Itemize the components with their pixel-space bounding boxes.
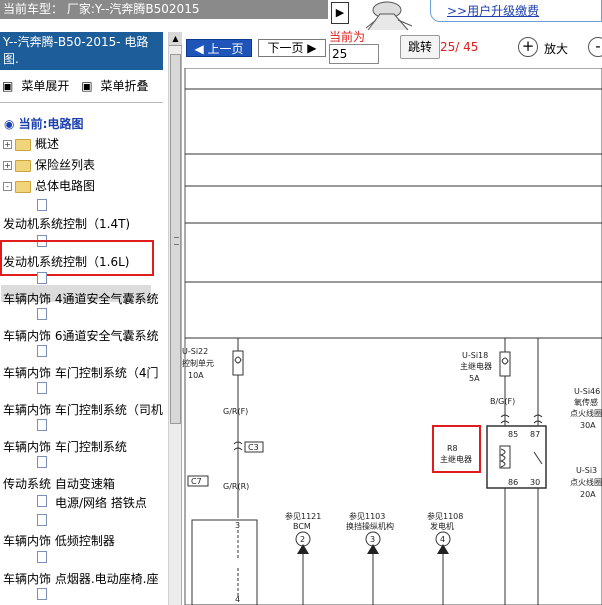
relay-pin-30: 30 — [530, 478, 540, 487]
r8-highlight-box — [432, 425, 481, 473]
page-count: 25/ 45 — [440, 40, 479, 54]
page-number-input[interactable] — [329, 44, 379, 64]
zoom-in-icon[interactable]: + — [518, 37, 538, 57]
fuse-usi18-label: U-Si18 — [462, 351, 488, 360]
ref-1121: 参见1121 — [285, 511, 321, 521]
relay-pin-86: 86 — [508, 478, 518, 487]
menu-expand-icon[interactable]: ▣ — [2, 79, 13, 93]
menu-collapse-button[interactable]: 菜单折叠 — [101, 79, 149, 93]
document-icon — [37, 199, 47, 211]
ref-generator: 发电机 — [430, 521, 454, 531]
divider — [0, 102, 163, 103]
next-page-button[interactable]: 下一页 ▶ — [258, 39, 326, 57]
current-car-label: 当前车型： 厂家:Y--汽奔腾B502015 — [0, 0, 328, 19]
fuse-usi18-desc: 主继电器 — [460, 361, 492, 371]
fuse-usi46-label: U-Si46 — [574, 387, 600, 396]
tree-item-door[interactable]: 车辆内饰 车门控制系统 — [3, 438, 127, 455]
folder-icon — [15, 138, 31, 151]
tree-folder-overview[interactable]: + 概述 — [3, 136, 59, 152]
wire-gr-f: G/R(F) — [223, 407, 248, 416]
fuse-usi22-label: U-Si22 — [182, 347, 208, 356]
fuse-usi46-desc2: 点火线圈 — [570, 408, 602, 418]
scroll-up-icon[interactable]: ▲ — [169, 32, 182, 46]
scroll-grip-icon — [174, 237, 179, 245]
menu-expand-button[interactable]: 菜单展开 — [21, 79, 69, 93]
wire-gr-r: G/R(R) — [223, 482, 249, 491]
pin-4: 4 — [235, 595, 240, 604]
zoom-out-icon[interactable]: - — [588, 37, 602, 57]
tree-item-ground-points[interactable]: 电源/网络 搭铁点 — [55, 494, 147, 511]
zoom-in-button[interactable]: 放大 — [544, 40, 568, 57]
document-icon — [37, 308, 47, 320]
top-bar: 当前车型： 厂家:Y--汽奔腾B502015 ▶ >>用户升级缴费 — [0, 0, 602, 32]
sidebar: Y--汽奔腾-B50-2015- 电路图. ▣ 菜单展开 ▣ 菜单折叠 ◉ 当前:电… — [0, 32, 168, 605]
document-icon — [37, 419, 47, 431]
document-icon — [37, 495, 47, 507]
connector-c3: C3 — [248, 443, 259, 452]
wire-bg-f: B/G(F) — [490, 397, 515, 406]
expand-plus-icon[interactable]: + — [3, 140, 12, 149]
diagram-toolbar: ◀ 上一页 下一页 ▶ 当前为 跳转 25/ 45 + 放大 - — [182, 30, 602, 68]
sidebar-scrollbar[interactable]: ▲ — [168, 32, 182, 605]
current-location: ◉ 当前:电路图 — [4, 117, 84, 131]
document-icon — [37, 272, 47, 284]
document-icon — [37, 345, 47, 357]
fuse-usi46-amp: 30A — [580, 421, 596, 430]
expand-plus-icon[interactable]: + — [3, 161, 12, 170]
document-icon — [37, 588, 47, 600]
current-page-label: 当前为 — [329, 30, 366, 44]
circuit-diagram-svg: U-Si22 控制单元 10A G/R(F) C3 C7 G/R(R) 3 4 … — [182, 68, 602, 605]
folder-open-icon — [15, 180, 31, 193]
fuse-usi3x-label: U-Si3 — [576, 466, 597, 475]
fuse-usi46-desc1: 氧传感 — [574, 397, 598, 407]
connector-2: 2 — [300, 535, 305, 544]
document-icon — [37, 382, 47, 394]
ref-shift-lever: 换挡操纵机构 — [346, 521, 394, 531]
globe-icon: ◉ — [4, 117, 15, 131]
fuse-usi3x-desc: 点火线圈 — [570, 477, 602, 487]
tree-item-door-driver[interactable]: 车辆内饰 车门控制系统（司机 — [3, 401, 163, 418]
fuse-usi18-amp: 5A — [469, 374, 480, 383]
circuit-diagram[interactable]: U-Si22 控制单元 10A G/R(F) C3 C7 G/R(R) 3 4 … — [182, 68, 602, 605]
menu-tools: ▣ 菜单展开 ▣ 菜单折叠 — [2, 77, 157, 94]
collapse-minus-icon[interactable]: - — [3, 182, 12, 191]
relay-pin-87: 87 — [530, 430, 540, 439]
fuse-usi22-amp: 10A — [188, 371, 204, 380]
menu-collapse-icon[interactable]: ▣ — [81, 79, 92, 93]
connector-4: 4 — [440, 535, 445, 544]
connector-3: 3 — [370, 535, 375, 544]
pin-3: 3 — [235, 521, 240, 530]
document-icon — [37, 456, 47, 468]
tree-item-door-4[interactable]: 车辆内饰 车门控制系统（4门 — [3, 364, 158, 381]
ref-bcm: BCM — [293, 522, 311, 531]
tree-item-airbag-6ch[interactable]: 车辆内饰 6通道安全气囊系统 — [3, 327, 158, 344]
tree-item-lf-controller[interactable]: 车辆内饰 低频控制器 — [3, 532, 115, 549]
tree-item-engine-1-4t[interactable]: 发动机系统控制（1.4T) — [3, 215, 130, 232]
scroll-thumb[interactable] — [170, 54, 181, 424]
upgrade-link[interactable]: >>用户升级缴费 — [447, 2, 539, 19]
connector-c7: C7 — [191, 477, 202, 486]
tree-folder-general-circuit[interactable]: - 总体电路图 — [3, 178, 95, 194]
ref-1108: 参见1108 — [427, 511, 463, 521]
relay-pin-85: 85 — [508, 430, 518, 439]
tree-item-cigar-seat[interactable]: 车辆内饰 点烟器.电动座椅.座 — [3, 570, 158, 587]
document-icon — [37, 514, 47, 526]
sidebar-title: Y--汽奔腾-B50-2015- 电路图. — [0, 32, 163, 70]
folder-icon — [15, 159, 31, 172]
tree-folder-fuse-list[interactable]: + 保险丝列表 — [3, 157, 95, 173]
prev-page-button[interactable]: ◀ 上一页 — [186, 39, 252, 57]
ref-1103: 参见1103 — [349, 511, 385, 521]
document-icon — [37, 551, 47, 563]
tree-item-airbag-4ch[interactable]: 车辆内饰 4通道安全气囊系统 — [3, 290, 158, 307]
fuse-usi3x-amp: 20A — [580, 490, 596, 499]
jump-button[interactable]: 跳转 — [400, 35, 440, 59]
fuse-usi22-desc: 控制单元 — [182, 358, 214, 368]
upgrade-panel: >>用户升级缴费 — [430, 0, 602, 22]
play-arrow-icon[interactable]: ▶ — [331, 2, 349, 24]
selection-highlight-box — [0, 240, 154, 276]
tree-item-auto-trans[interactable]: 传动系统 自动变速箱 — [3, 475, 115, 492]
